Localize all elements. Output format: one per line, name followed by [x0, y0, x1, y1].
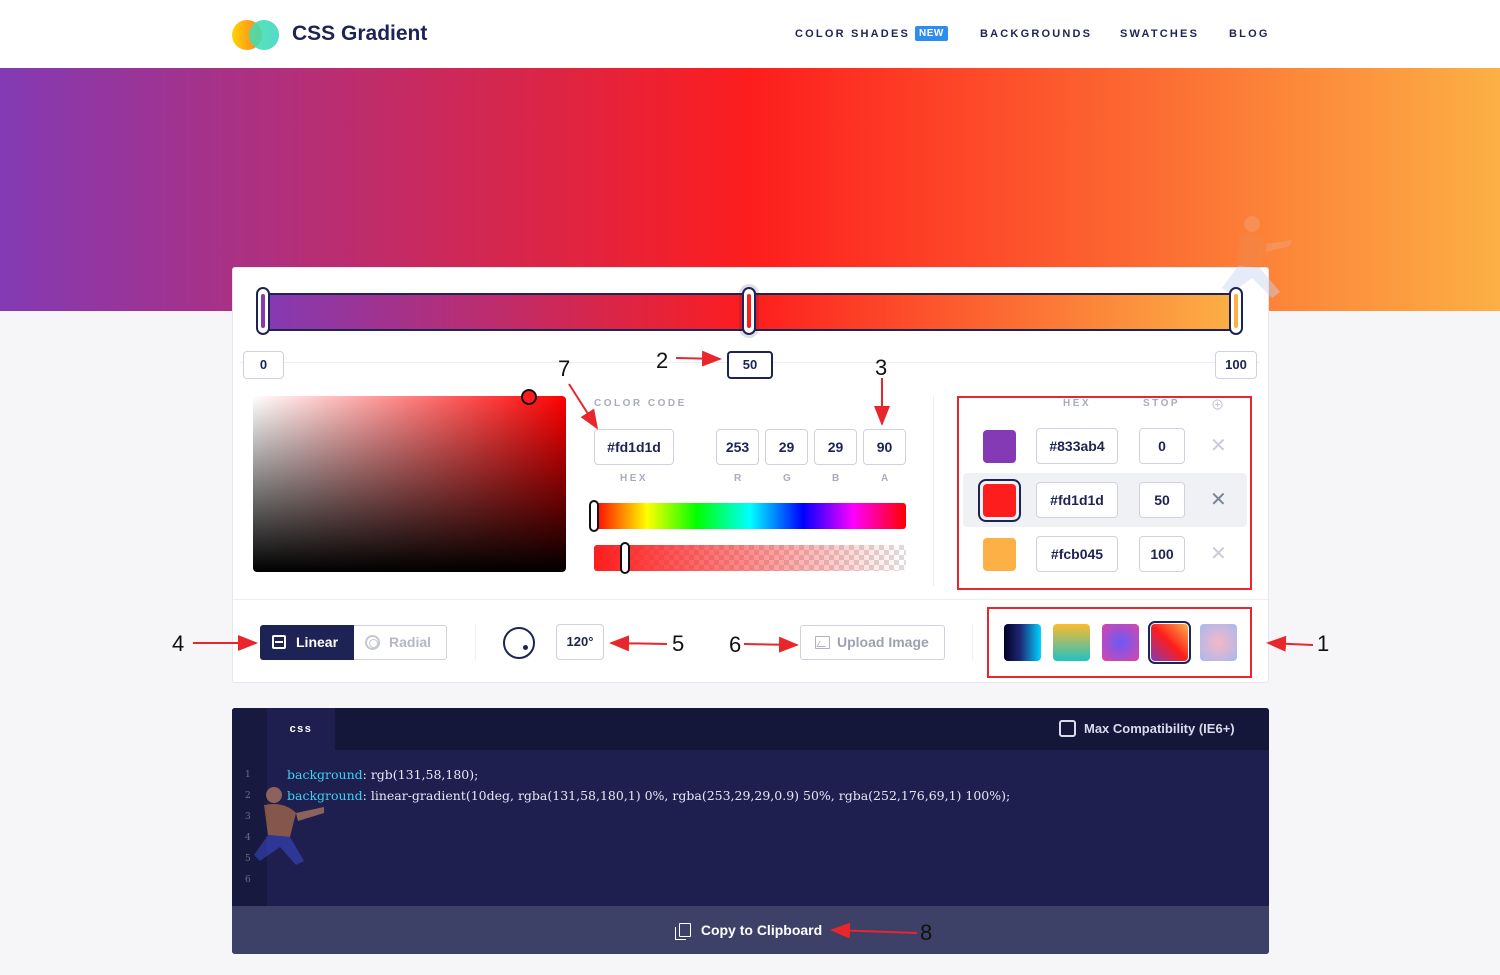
linear-icon [272, 635, 286, 649]
angle-input[interactable]: 120° [556, 624, 604, 660]
alpha-input[interactable]: 90 [863, 429, 906, 465]
stop-position-50[interactable]: 50 [727, 351, 773, 379]
r-caption: R [734, 473, 744, 484]
upload-image-button[interactable]: Upload Image [800, 625, 945, 660]
linear-button[interactable]: Linear [260, 625, 354, 660]
radial-label: Radial [389, 634, 432, 650]
alpha-slider[interactable] [594, 545, 906, 571]
copy-icon [674, 923, 691, 940]
nav-color-shades[interactable]: COLOR SHADES [795, 28, 910, 40]
line-number: 1 [245, 770, 251, 780]
line-number: 4 [245, 833, 251, 843]
css-property: background [287, 767, 363, 782]
picker-cursor[interactable] [521, 389, 537, 405]
copy-to-clipboard-button[interactable]: Copy to Clipboard [232, 906, 1269, 954]
code-line-2[interactable]: background: linear-gradient(10deg, rgba(… [287, 788, 1010, 803]
css-value: : linear-gradient(10deg, rgba(131,58,180… [362, 788, 1011, 803]
annotation-4: 4 [172, 631, 185, 656]
max-compatibility-toggle[interactable]: Max Compatibility (IE6+) [1059, 720, 1235, 738]
hex-caption: HEX [620, 473, 649, 484]
line-number: 2 [245, 791, 251, 801]
code-line-1[interactable]: background: rgb(131,58,180); [287, 767, 478, 782]
linear-label: Linear [296, 634, 339, 650]
picker-divider [933, 396, 934, 586]
g-caption: G [783, 473, 794, 484]
nav-blog[interactable]: BLOG [1229, 28, 1270, 40]
stop-handle-50[interactable] [742, 287, 756, 335]
max-compatibility-label: Max Compatibility (IE6+) [1084, 721, 1235, 736]
green-input[interactable]: 29 [765, 429, 808, 465]
angle-dial-icon[interactable] [503, 627, 535, 659]
css-property: background [287, 788, 363, 803]
annotation-2: 2 [656, 348, 669, 373]
blue-input[interactable]: 29 [814, 429, 857, 465]
annotation-frame-presets [987, 607, 1252, 678]
brand-name[interactable]: CSS Gradient [292, 22, 427, 46]
control-divider-2 [972, 624, 973, 660]
new-badge: NEW [915, 26, 948, 41]
stop-position-100[interactable]: 100 [1215, 351, 1257, 379]
hue-slider-handle[interactable] [589, 500, 599, 532]
top-header: CSS Gradient COLOR SHADES NEW BACKGROUND… [0, 0, 1500, 68]
stop-handle-0[interactable] [256, 287, 270, 335]
stop-position-0[interactable]: 0 [243, 351, 284, 379]
line-number: 6 [245, 875, 251, 885]
annotation-3: 3 [875, 355, 888, 380]
color-code-label: COLOR CODE [594, 398, 687, 409]
control-divider-1 [475, 624, 476, 660]
nav-backgrounds[interactable]: BACKGROUNDS [980, 28, 1092, 40]
annotation-7: 7 [558, 356, 571, 381]
upload-label: Upload Image [837, 634, 929, 650]
a-caption: A [881, 473, 891, 484]
code-panel: css Max Compatibility (IE6+) 1 2 3 4 5 6… [232, 708, 1269, 954]
controls-divider [233, 599, 1268, 600]
annotation-1: 1 [1317, 631, 1330, 656]
saturation-value-picker[interactable] [253, 396, 566, 572]
line-number: 3 [245, 812, 251, 822]
hue-slider[interactable] [594, 503, 906, 529]
stop-handle-100[interactable] [1229, 287, 1243, 335]
logo-icon[interactable] [232, 20, 280, 50]
annotation-6: 6 [729, 632, 742, 657]
checkbox-icon[interactable] [1059, 720, 1076, 737]
copy-label: Copy to Clipboard [700, 922, 823, 938]
nav-swatches[interactable]: SWATCHES [1120, 28, 1199, 40]
line-number: 5 [245, 854, 251, 864]
annotation-5: 5 [672, 631, 685, 656]
image-icon [815, 636, 830, 649]
radial-button[interactable]: Radial [354, 625, 447, 660]
hex-input[interactable]: #fd1d1d [594, 429, 674, 465]
tab-css[interactable]: css [267, 708, 335, 750]
red-input[interactable]: 253 [716, 429, 759, 465]
css-value: : rgb(131,58,180); [362, 767, 479, 782]
b-caption: B [832, 473, 842, 484]
radial-icon [365, 635, 380, 650]
alpha-slider-handle[interactable] [620, 542, 630, 574]
annotation-frame-stops [957, 396, 1252, 590]
annotation-8: 8 [920, 920, 933, 945]
